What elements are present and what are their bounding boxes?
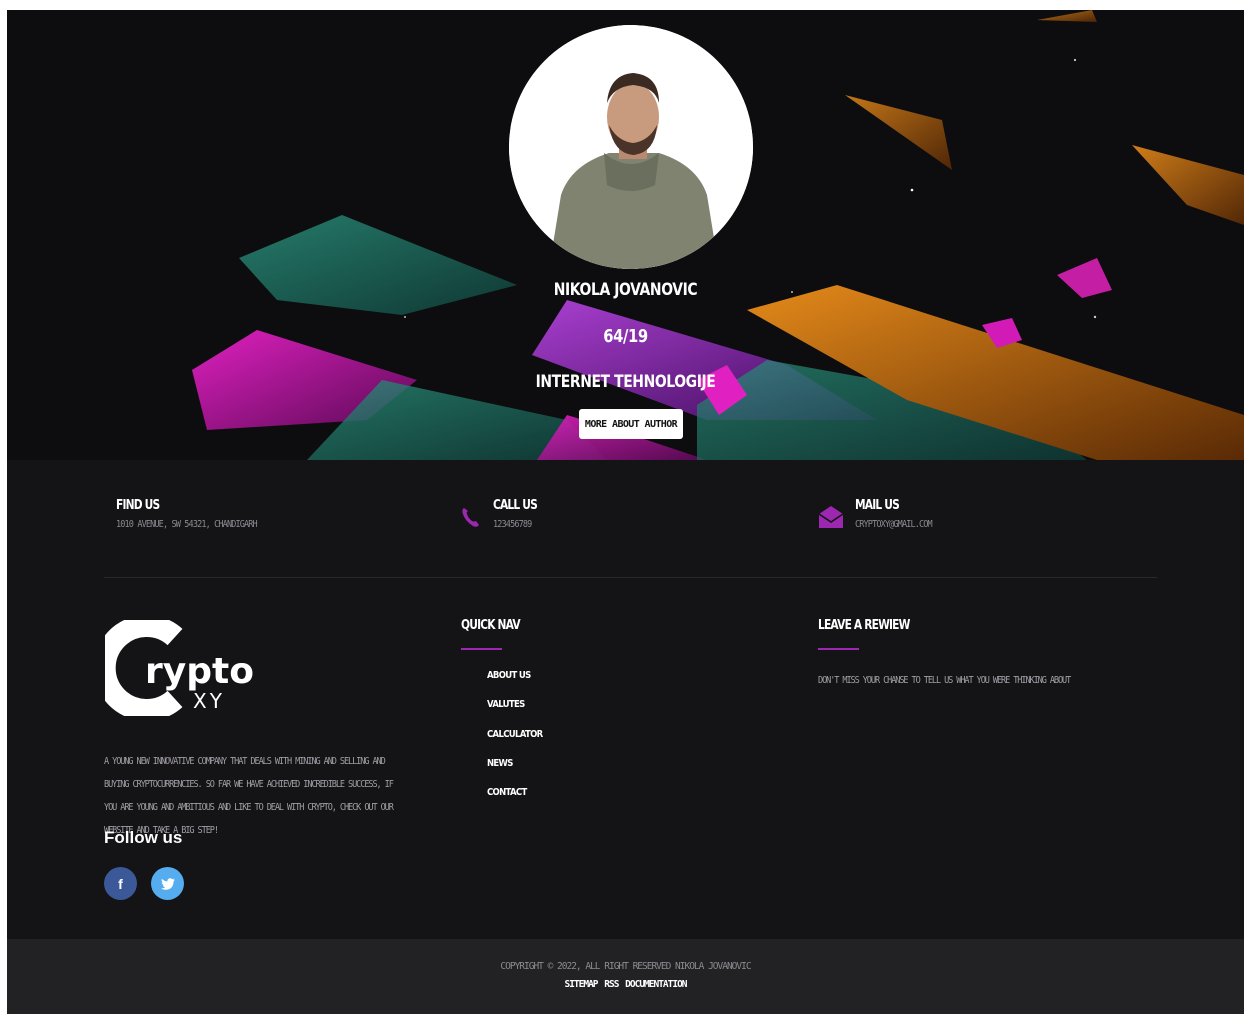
- quick-nav-title: QUICK NAV: [461, 618, 521, 633]
- author-hero: NIKOLA JOVANOVIC 64/19 INTERNET TEHNOLOG…: [7, 10, 1244, 460]
- mail-us-address[interactable]: CRYPTOXY@GMAIL.COM: [855, 519, 933, 530]
- author-name: NIKOLA JOVANOVIC: [553, 280, 698, 300]
- contact-find-us: FIND US 1010 AVENUE, SW 54321, CHANDIGAR…: [116, 498, 282, 530]
- quick-nav-valutes[interactable]: VALUTES: [487, 699, 542, 728]
- author-avatar: [509, 25, 753, 269]
- footer-bar: COPYRIGHT © 2022, ALL RIGHT RESERVED NIK…: [7, 939, 1244, 1014]
- logo-sub-text: XY: [193, 689, 225, 713]
- footer-link-sitemap[interactable]: SITEMAP: [564, 979, 598, 990]
- quick-nav-news[interactable]: NEWS: [487, 758, 542, 787]
- find-us-title: FIND US: [116, 498, 160, 513]
- footer-link-rss[interactable]: RSS: [604, 979, 619, 990]
- envelope-icon: [818, 504, 844, 535]
- leave-review-title: LEAVE A REWIEW: [818, 618, 910, 633]
- copyright-text: COPYRIGHT © 2022, ALL RIGHT RESERVED NIK…: [500, 961, 751, 972]
- logo-main-text: rypto: [145, 651, 254, 692]
- call-us-title: CALL US: [493, 498, 538, 513]
- author-index-number: 64/19: [603, 326, 648, 347]
- logo-mark: rypto XY: [93, 615, 254, 721]
- author-photo-illustration: [509, 25, 753, 269]
- footer-link-documentation[interactable]: DOCUMENTATION: [625, 979, 687, 990]
- twitter-bird-glyph: [160, 877, 175, 890]
- contact-mail-us: MAIL US CRYPTOXY@GMAIL.COM: [855, 498, 945, 530]
- quick-nav-underline: [461, 648, 502, 650]
- quick-nav-list: ABOUT US VALUTES CALCULATOR NEWS CONTACT: [487, 670, 552, 816]
- find-us-address: 1010 AVENUE, SW 54321, CHANDIGARH: [116, 519, 258, 530]
- quick-nav-contact[interactable]: CONTACT: [487, 787, 542, 816]
- mail-us-title: MAIL US: [855, 498, 900, 513]
- footer-links: SITEMAP RSS DOCUMENTATION: [7, 979, 1244, 990]
- author-department: INTERNET TEHNOLOGIJE: [535, 372, 716, 392]
- page: NIKOLA JOVANOVIC 64/19 INTERNET TEHNOLOG…: [7, 10, 1244, 1014]
- quick-nav-about-us[interactable]: ABOUT US: [487, 670, 542, 699]
- twitter-icon[interactable]: [151, 867, 184, 900]
- contact-call-us: CALL US 123456789: [493, 498, 547, 530]
- call-us-number[interactable]: 123456789: [493, 519, 539, 530]
- facebook-icon[interactable]: f: [104, 867, 137, 900]
- more-about-author-button[interactable]: MORE ABOUT AUTHOR: [579, 409, 683, 439]
- leave-review-underline: [818, 648, 859, 650]
- quick-nav-calculator[interactable]: CALCULATOR: [487, 729, 543, 758]
- leave-review-text: DON'T MISS YOUR CHANSE TO TELL US WHAT Y…: [818, 675, 1071, 686]
- footer-divider: [104, 577, 1157, 578]
- follow-us-title: Follow us: [104, 828, 183, 847]
- crypto-xy-logo[interactable]: rypto XY: [93, 615, 270, 721]
- phone-icon: [461, 506, 481, 533]
